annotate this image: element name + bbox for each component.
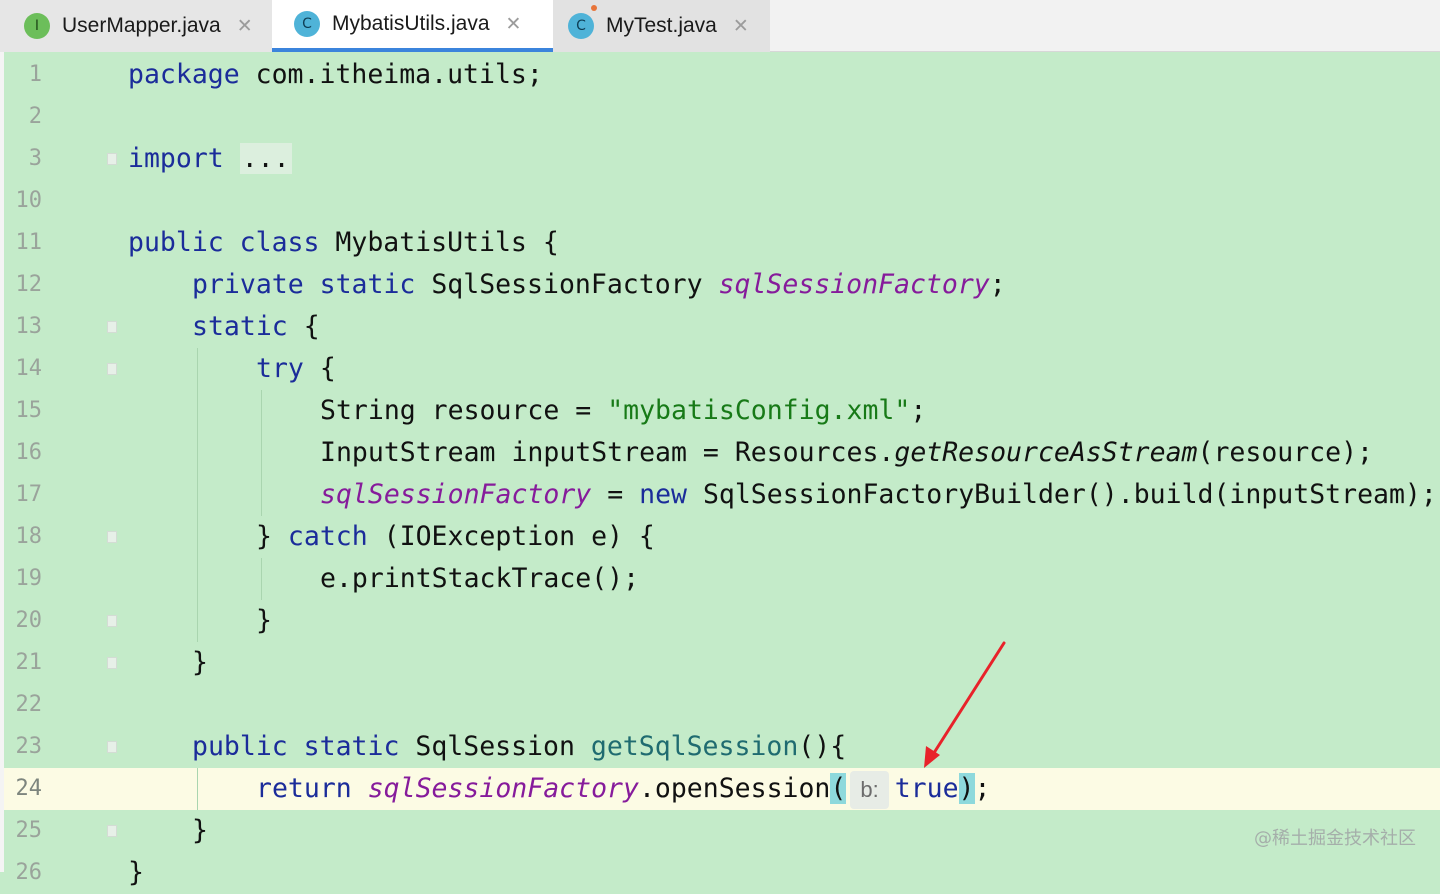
watermark: @稀土掘金技术社区 (1254, 828, 1416, 849)
annotation-arrow-icon (924, 641, 1006, 768)
